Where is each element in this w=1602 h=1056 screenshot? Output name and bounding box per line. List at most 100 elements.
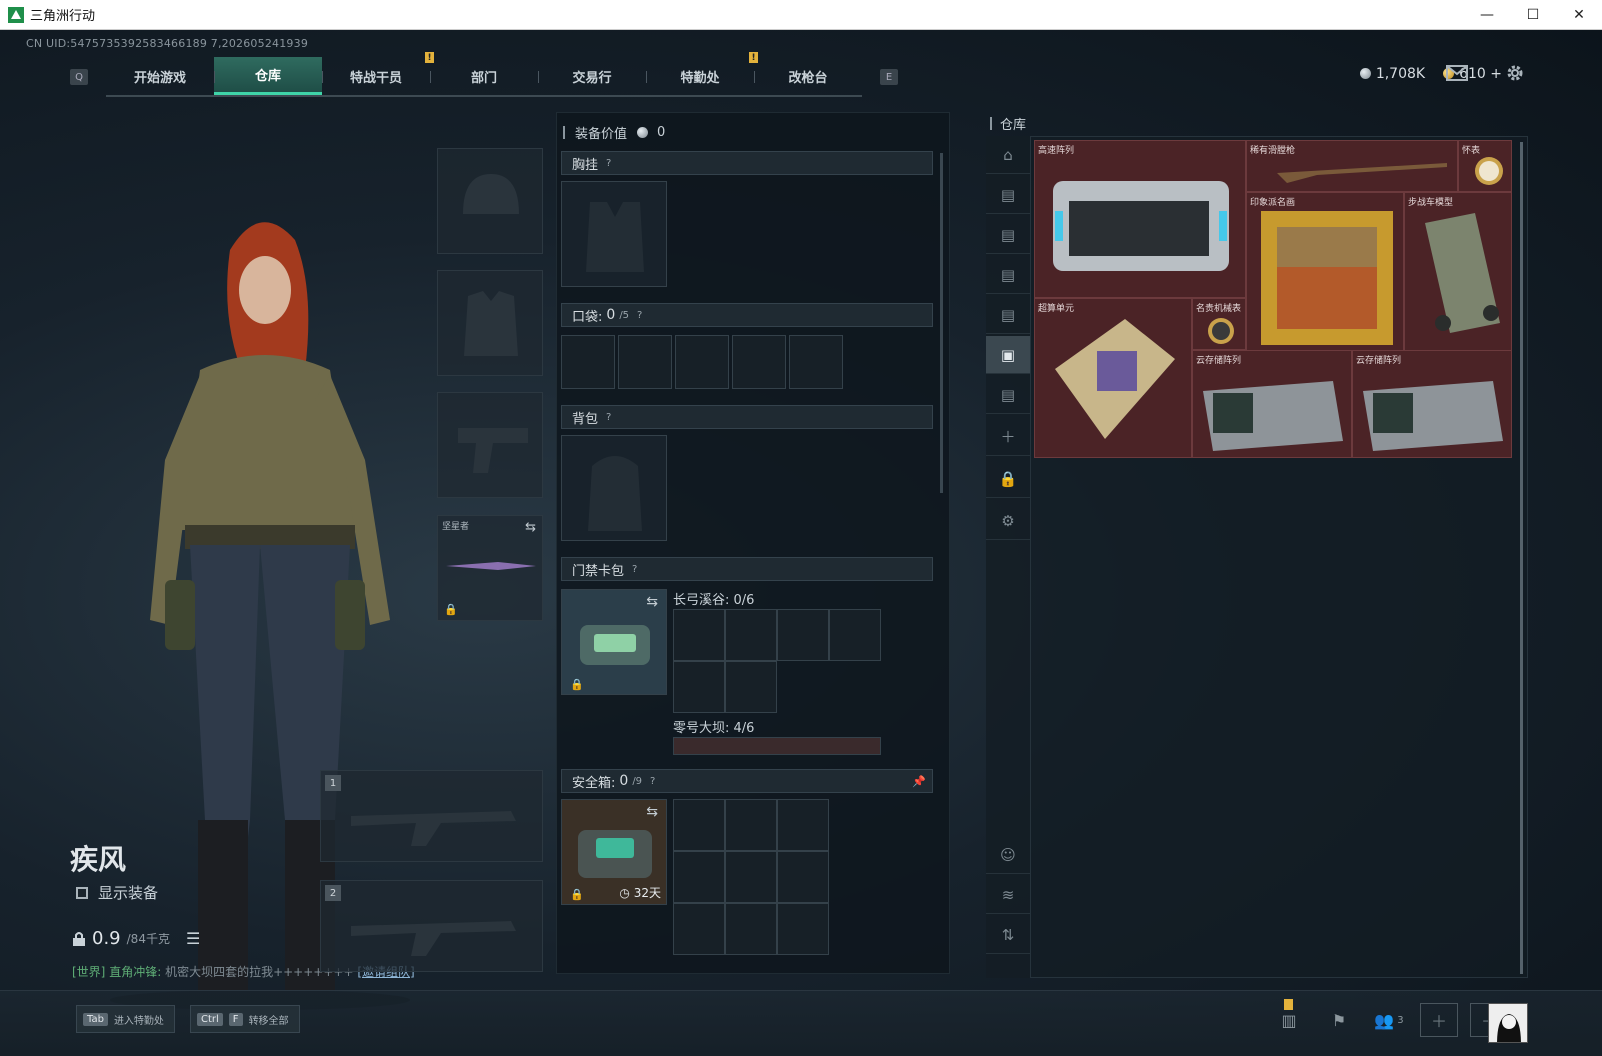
- armor-slot[interactable]: [437, 270, 543, 376]
- safe-box-cell[interactable]: [725, 903, 777, 955]
- mail-icon[interactable]: [1446, 64, 1468, 82]
- storage-settings-button[interactable]: ⚙: [986, 502, 1030, 540]
- safe-box-cell[interactable]: [777, 851, 829, 903]
- storage-tab-all[interactable]: ⌂: [986, 136, 1030, 174]
- loadout-scrollbar[interactable]: [940, 153, 943, 493]
- tab-market[interactable]: 交易行: [538, 57, 646, 95]
- keycard-cell[interactable]: [725, 609, 777, 661]
- gear-icon[interactable]: [1504, 64, 1526, 82]
- chat-player[interactable]: 直角冲锋:: [109, 965, 161, 979]
- keycard-cell[interactable]: [725, 661, 777, 713]
- avatar-image: [1489, 1004, 1527, 1042]
- item-name: 云存储阵列: [1356, 356, 1402, 366]
- tab-gunsmith[interactable]: 改枪台: [754, 57, 862, 95]
- layers-icon[interactable]: ≋: [986, 876, 1030, 914]
- maximize-button[interactable]: ☐: [1510, 0, 1556, 30]
- sort-icon[interactable]: ⇅: [986, 916, 1030, 954]
- pocket-cell[interactable]: [561, 335, 615, 389]
- tab-special-ops[interactable]: 特勤处!: [646, 52, 758, 95]
- storage-item-mechanical-watch[interactable]: 名贵机械表: [1192, 298, 1246, 350]
- primary-weapon-slot-1[interactable]: 1: [320, 770, 543, 862]
- enter-special-ops-hotkey[interactable]: Tab 进入特勤处: [76, 1005, 175, 1033]
- primary-weapon-slot-2[interactable]: 2: [320, 880, 543, 972]
- add-storage-button[interactable]: ＋: [986, 418, 1030, 456]
- pocket-cell[interactable]: [789, 335, 843, 389]
- safe-box-cell[interactable]: [725, 799, 777, 851]
- storage-tab-2[interactable]: ▤: [986, 216, 1030, 254]
- safe-box-cell[interactable]: [777, 799, 829, 851]
- safe-box-capacity: /9: [632, 775, 643, 787]
- chest-rig-slot[interactable]: [561, 181, 667, 287]
- lock-storage-button[interactable]: 🔒: [986, 460, 1030, 498]
- keycard-cell[interactable]: [777, 609, 829, 661]
- list-icon[interactable]: ☰: [186, 929, 200, 948]
- keycard-header: 门禁卡包?: [561, 557, 933, 581]
- stats-icon[interactable]: ▥: [1270, 999, 1308, 1037]
- help-icon[interactable]: ?: [650, 776, 655, 787]
- show-gear-toggle[interactable]: 显示装备: [76, 882, 158, 903]
- pocket-cell[interactable]: [732, 335, 786, 389]
- swap-icon[interactable]: ⇆: [646, 804, 658, 820]
- safe-box-cell[interactable]: [673, 903, 725, 955]
- safe-box-cell[interactable]: [673, 851, 725, 903]
- storage-item-pocket-watch[interactable]: 怀表: [1458, 140, 1512, 192]
- safe-box-cell[interactable]: [673, 799, 725, 851]
- add-teammate-button[interactable]: ＋: [1420, 1003, 1458, 1037]
- storage-item-painting[interactable]: 印象派名画: [1246, 192, 1404, 352]
- transfer-all-hotkey[interactable]: Ctrl F 转移全部: [190, 1005, 300, 1033]
- safe-box-cell[interactable]: [777, 903, 829, 955]
- keycard-cell[interactable]: [673, 661, 725, 713]
- weapon-slot-number: 2: [325, 885, 341, 901]
- pocket-cell[interactable]: [675, 335, 729, 389]
- pistol-slot[interactable]: [437, 392, 543, 498]
- keycard-case-slot[interactable]: ⇆ 🔒: [561, 589, 667, 695]
- storage-item-cloud-array-2[interactable]: 云存储阵列: [1352, 350, 1512, 458]
- tab-department[interactable]: 部门: [430, 57, 538, 95]
- flag-icon[interactable]: ⚑: [1320, 1003, 1358, 1037]
- helmet-slot[interactable]: [437, 148, 543, 254]
- storage-item-high-speed-array[interactable]: 高速阵列: [1034, 140, 1246, 298]
- melee-slot[interactable]: 坚星者 ⇆ 🔒: [437, 515, 543, 621]
- keycard-cell[interactable]: [829, 609, 881, 661]
- help-icon[interactable]: ?: [637, 310, 642, 321]
- storage-tab-3[interactable]: ▤: [986, 256, 1030, 294]
- storage-tab-4[interactable]: ▤: [986, 296, 1030, 334]
- backpack-slot[interactable]: [561, 435, 667, 541]
- rifle-icon: [351, 811, 516, 846]
- storage-item-cloud-array-1[interactable]: 云存储阵列: [1192, 350, 1352, 458]
- help-icon[interactable]: ?: [632, 564, 637, 575]
- storage-title: 仓库: [990, 114, 1026, 133]
- tab-label: 部门: [470, 70, 497, 86]
- keycard-cell[interactable]: [673, 609, 725, 661]
- help-icon[interactable]: ?: [606, 158, 611, 169]
- help-icon[interactable]: ?: [606, 412, 611, 423]
- close-button[interactable]: ✕: [1556, 0, 1602, 30]
- pin-icon[interactable]: 📌: [912, 775, 926, 788]
- storage-tab-1[interactable]: ▤: [986, 176, 1030, 214]
- friends-icon[interactable]: 👥 3: [1370, 1003, 1408, 1037]
- storage-figure-button[interactable]: ☺: [986, 836, 1030, 874]
- swap-icon[interactable]: ⇆: [525, 520, 536, 535]
- storage-tab-5[interactable]: ▣: [986, 336, 1030, 374]
- keycard-row-dam[interactable]: [673, 737, 881, 755]
- cloud-array-icon: [1203, 381, 1343, 451]
- avatar[interactable]: [1488, 1003, 1528, 1043]
- pocket-cell[interactable]: [618, 335, 672, 389]
- storage-item-supercomputer-unit[interactable]: 超算单元: [1034, 298, 1192, 458]
- swap-icon[interactable]: ⇆: [646, 594, 658, 610]
- storage-item-ifv-model[interactable]: 步战车模型: [1404, 192, 1512, 352]
- storage-tab-6[interactable]: ▤: [986, 376, 1030, 414]
- storage-item-musket[interactable]: 稀有滑膛枪: [1246, 140, 1458, 192]
- rifle-icon: [351, 921, 516, 956]
- tab-warehouse[interactable]: 仓库: [214, 57, 322, 95]
- minimize-button[interactable]: —: [1464, 0, 1510, 30]
- tab-start-game[interactable]: 开始游戏: [106, 57, 214, 95]
- nav-left-key[interactable]: Q: [70, 69, 88, 85]
- storage-scrollbar[interactable]: [1520, 142, 1523, 974]
- show-gear-checkbox[interactable]: [76, 886, 88, 899]
- safe-box-slot[interactable]: ⇆ 🔒 ◷ 32天: [561, 799, 667, 905]
- tab-operators[interactable]: 特战干员!: [322, 52, 434, 95]
- safe-box-cell[interactable]: [725, 851, 777, 903]
- nav-right-key[interactable]: E: [880, 69, 898, 85]
- safe-box-days: 32天: [633, 886, 661, 900]
